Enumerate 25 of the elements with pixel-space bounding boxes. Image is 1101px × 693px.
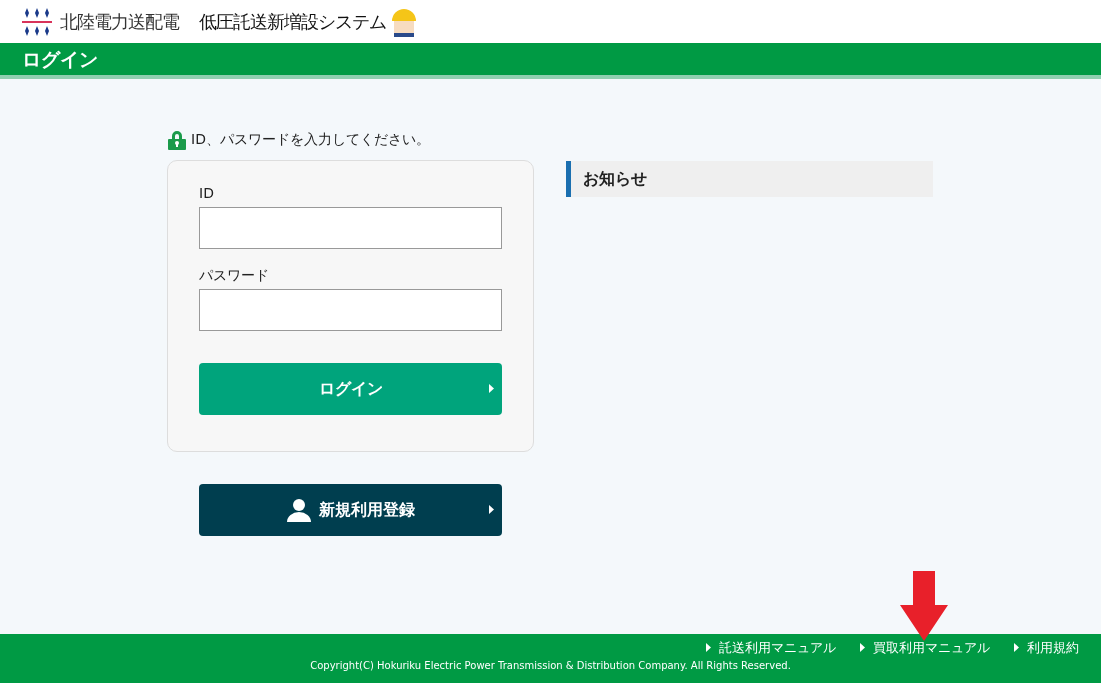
- mascot-icon: [390, 6, 418, 37]
- caret-icon: [1014, 643, 1019, 653]
- login-button[interactable]: ログイン: [199, 363, 502, 415]
- field-label: パスワード: [199, 266, 270, 285]
- lock-icon: [167, 129, 187, 150]
- footer-link[interactable]: 利用規約: [1014, 638, 1079, 658]
- system-name: 低圧託送新増設システム: [199, 10, 386, 34]
- field-label: ID: [199, 184, 215, 203]
- notices-heading: お知らせ: [566, 161, 933, 197]
- input-field[interactable]: [199, 207, 502, 249]
- caret-icon: [489, 384, 494, 393]
- logo-icon: [22, 7, 52, 36]
- caret-icon: [860, 643, 865, 653]
- register-button[interactable]: 新規利用登録: [199, 484, 502, 536]
- caret-icon: [489, 505, 494, 514]
- company-name: 北陸電力送配電: [60, 10, 179, 34]
- input-field[interactable]: [199, 289, 502, 331]
- caret-icon: [706, 643, 711, 653]
- instruction-text: ID、パスワードを入力してください。: [191, 130, 430, 149]
- footer-link[interactable]: 買取利用マニュアル: [860, 638, 990, 658]
- copyright-text: Copyright(C) Hokuriku Electric Power Transmission & Distribution Company. All Rights Reserved.: [309, 658, 792, 673]
- person-icon: [286, 498, 311, 522]
- footer-link[interactable]: 託送利用マニュアル: [706, 638, 836, 658]
- page-title: ログイン: [22, 46, 98, 72]
- arrow-icon: [900, 571, 948, 641]
